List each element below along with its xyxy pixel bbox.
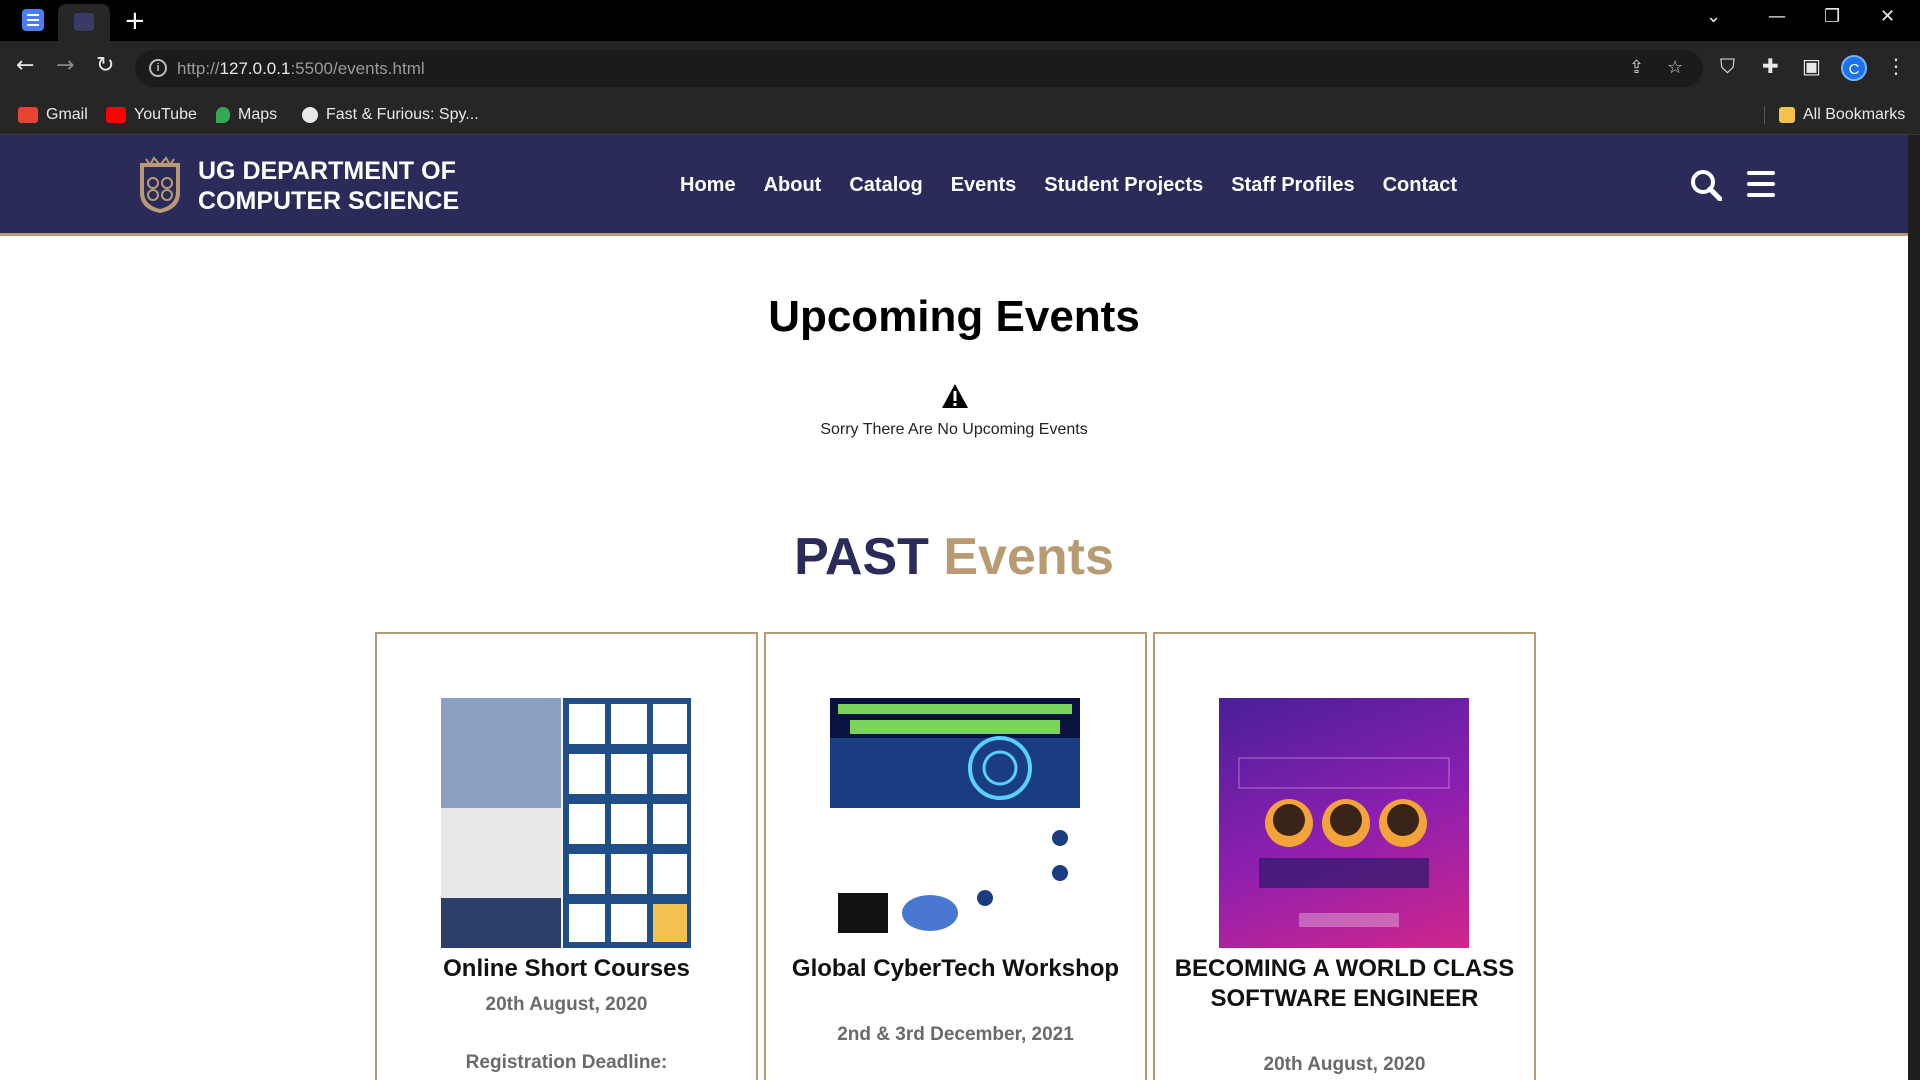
bookmark-star-icon[interactable]: ☆ [1667,57,1683,78]
web-page: UG DEPARTMENT OF COMPUTER SCIENCE Home A… [0,135,1908,1080]
minimize-icon[interactable]: — [1768,6,1786,27]
bookmark-maps[interactable]: Maps [216,106,277,124]
close-window-icon[interactable]: ✕ [1880,6,1895,27]
address-bar[interactable]: i http://127.0.0.1:5500/events.html ⇪ ☆ [135,50,1703,87]
bookmark-youtube[interactable]: YouTube [106,106,197,124]
ug-crest-logo-icon[interactable] [134,155,186,215]
event-title[interactable]: Online Short Courses [387,954,746,984]
no-upcoming-events-message: Sorry There Are No Upcoming Events [820,421,1088,438]
folder-icon [1779,107,1795,123]
nav-contact[interactable]: Contact [1383,174,1457,197]
nav-about[interactable]: About [764,174,822,197]
warning-icon [942,384,968,408]
upcoming-events-title: Upcoming Events [768,292,1140,341]
share-icon[interactable]: ⇪ [1629,57,1644,78]
nav-staff-profiles[interactable]: Staff Profiles [1231,174,1354,197]
reload-icon[interactable]: ↻ [96,53,114,78]
event-registration-deadline: Registration Deadline: [465,1052,668,1073]
url-text[interactable]: http://127.0.0.1:5500/events.html [177,59,425,79]
globe-icon [302,107,318,123]
nav-catalog[interactable]: Catalog [849,174,922,197]
restore-icon[interactable]: ❐ [1824,6,1840,27]
bookmark-gmail[interactable]: Gmail [18,106,88,124]
more-menu-icon[interactable]: ⋮ [1886,54,1906,78]
event-title[interactable]: BECOMING A WORLD CLASS SOFTWARE ENGINEER [1165,954,1524,1014]
browser-toolbar: ← → ↻ i http://127.0.0.1:5500/events.htm… [0,41,1920,96]
event-card[interactable]: Global CyberTech Workshop 2nd & 3rd Dece… [764,632,1147,1080]
site-header: UG DEPARTMENT OF COMPUTER SCIENCE Home A… [0,135,1908,236]
browser-tab-bar: + ⌄ — ❐ ✕ [0,0,1920,41]
main-nav: Home About Catalog Events Student Projec… [680,174,1457,197]
site-favicon-icon [74,13,94,31]
gmail-icon [18,107,38,123]
event-title[interactable]: Global CyberTech Workshop [776,954,1135,984]
bookmarks-bar: Gmail YouTube Maps Fast & Furious: Spy..… [0,96,1920,135]
site-info-icon[interactable]: i [149,59,167,77]
all-bookmarks-folder[interactable]: All Bookmarks [1764,106,1905,124]
profile-avatar[interactable]: C [1841,55,1867,81]
youtube-icon [106,107,126,123]
event-date: 20th August, 2020 [485,994,648,1015]
event-poster-image[interactable] [1219,698,1469,948]
past-events-title: PAST Events [794,528,1114,586]
active-tab[interactable] [58,4,110,41]
event-date: 2nd & 3rd December, 2021 [837,1024,1074,1045]
nav-events[interactable]: Events [951,174,1017,197]
past-events-list: Online Short Courses 20th August, 2020 R… [375,632,1536,1080]
shield-extension-icon[interactable]: ⛉ [1720,54,1735,78]
docs-tab-icon[interactable] [22,9,44,31]
maps-icon [216,107,230,123]
hamburger-menu-icon[interactable] [1747,171,1775,197]
bookmark-fast-furious[interactable]: Fast & Furious: Spy... [302,106,479,124]
back-icon[interactable]: ← [16,53,34,78]
extensions-puzzle-icon[interactable]: ✚ [1762,54,1779,78]
site-title[interactable]: UG DEPARTMENT OF COMPUTER SCIENCE [198,156,459,216]
event-date: 20th August, 2020 [1263,1054,1426,1075]
event-poster-image[interactable] [830,698,1080,948]
nav-student-projects[interactable]: Student Projects [1044,174,1203,197]
side-panel-icon[interactable]: ▣ [1802,54,1821,78]
forward-icon[interactable]: → [56,53,74,78]
page-scrollbar[interactable] [1908,135,1920,1080]
event-card[interactable]: Online Short Courses 20th August, 2020 R… [375,632,758,1080]
event-poster-image[interactable] [441,698,691,948]
new-tab-icon[interactable]: + [124,6,146,36]
event-card[interactable]: BECOMING A WORLD CLASS SOFTWARE ENGINEER… [1153,632,1536,1080]
nav-home[interactable]: Home [680,174,736,197]
tab-search-chevron-icon[interactable]: ⌄ [1706,6,1721,27]
search-icon[interactable] [1690,169,1722,201]
